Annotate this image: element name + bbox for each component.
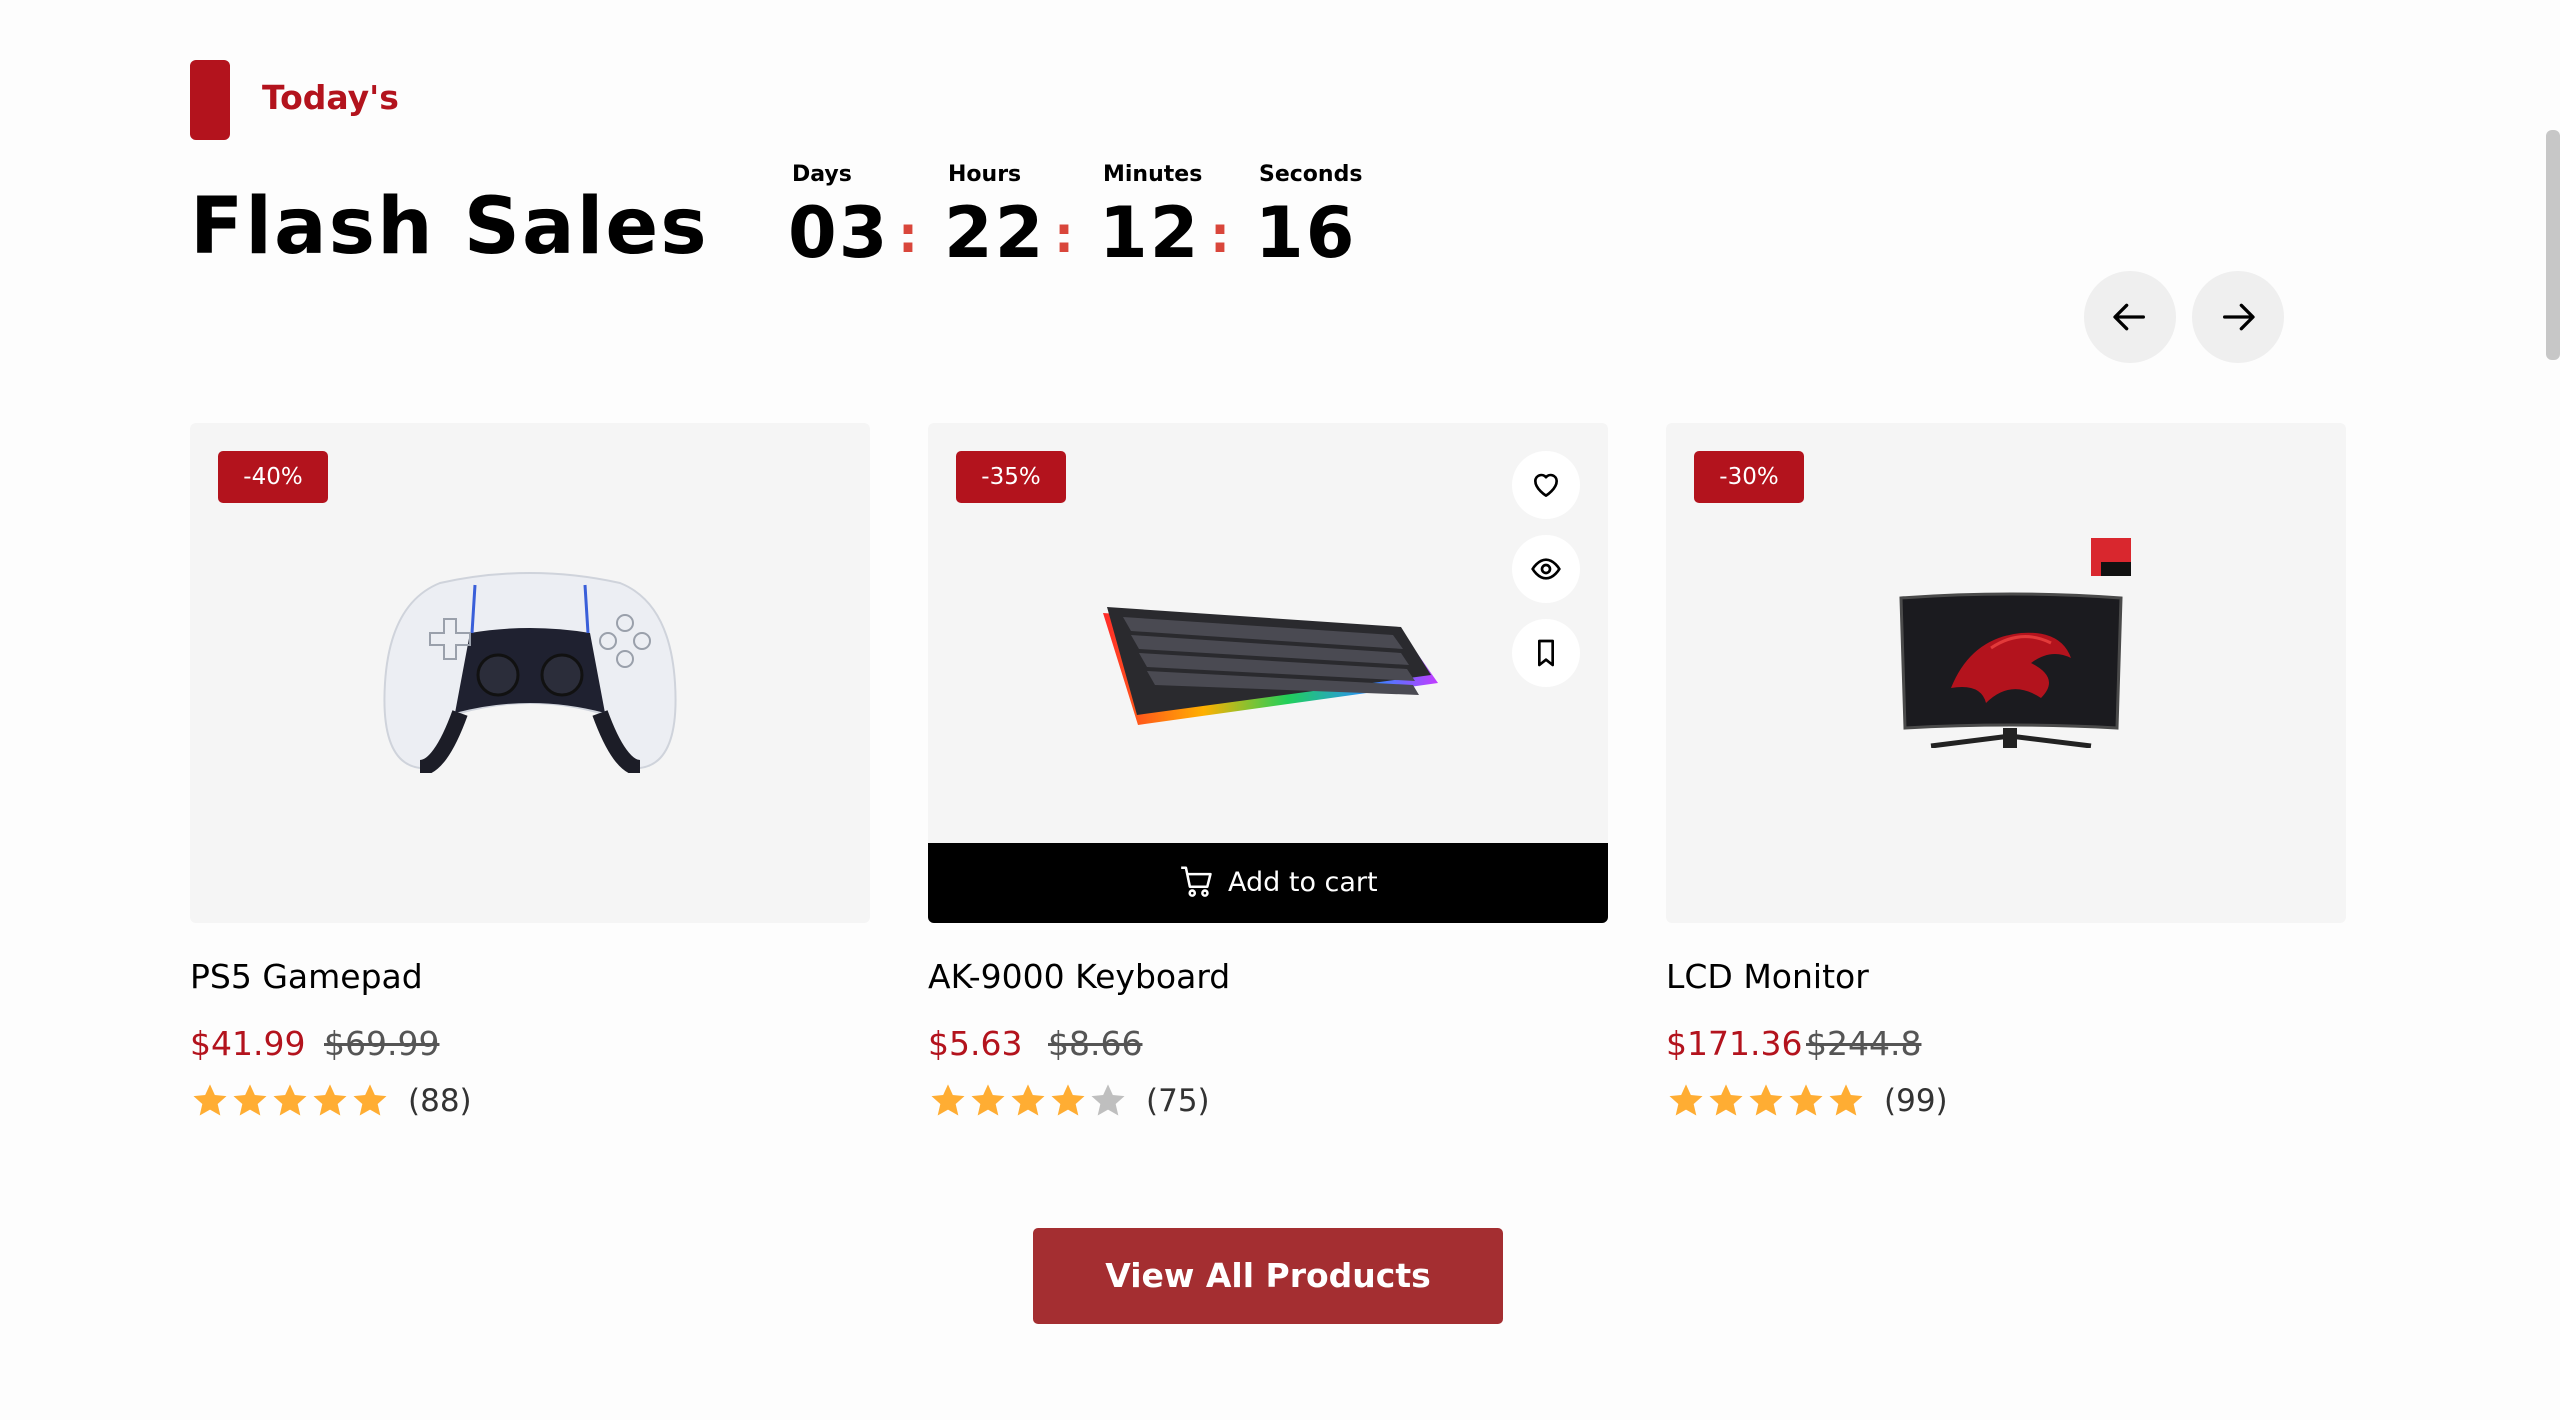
product-card[interactable]: -35% Add to cart AK-9000 Keyboard $5.63 …: [928, 423, 1608, 1119]
product-name[interactable]: PS5 Gamepad: [190, 957, 423, 996]
countdown-days-label: Days: [792, 162, 852, 187]
wishlist-button[interactable]: [1512, 451, 1580, 519]
bookmark-button[interactable]: [1512, 619, 1580, 687]
discount-badge: -30%: [1694, 451, 1804, 503]
arrow-left-icon: [2113, 303, 2145, 331]
product-price: $5.63: [928, 1024, 1023, 1063]
product-card[interactable]: -40% PS5 Gamepad $41.99 $69.99 (88): [190, 423, 870, 1119]
countdown-hours-label: Hours: [948, 162, 1022, 187]
star-filled-icon: [1669, 1084, 1703, 1116]
star-filled-icon: [971, 1084, 1005, 1116]
product-name[interactable]: AK-9000 Keyboard: [928, 957, 1230, 996]
rating-stars: [1666, 1081, 1866, 1127]
star-filled-icon: [353, 1084, 387, 1116]
product-image-area[interactable]: -35% Add to cart: [928, 423, 1608, 923]
view-all-products-button[interactable]: View All Products: [1033, 1228, 1503, 1324]
monitor-image: [1899, 538, 2131, 748]
star-filled-icon: [1789, 1084, 1823, 1116]
gamepad-image: [383, 572, 677, 773]
product-name[interactable]: LCD Monitor: [1666, 957, 1869, 996]
product-old-price: $8.66: [1048, 1024, 1143, 1063]
star-filled-icon: [273, 1084, 307, 1116]
star-filled-icon: [1829, 1084, 1863, 1116]
product-old-price: $69.99: [324, 1024, 440, 1063]
countdown-minutes-label: Minutes: [1103, 162, 1203, 187]
countdown-hours: 22: [944, 192, 1046, 274]
quick-view-button[interactable]: [1512, 535, 1580, 603]
star-filled-icon: [1709, 1084, 1743, 1116]
countdown-seconds: 16: [1255, 192, 1357, 274]
product-price: $41.99: [190, 1024, 306, 1063]
star-filled-icon: [1749, 1084, 1783, 1116]
star-filled-icon: [193, 1084, 227, 1116]
star-filled-icon: [1051, 1084, 1085, 1116]
countdown-separator: :: [1054, 206, 1074, 264]
product-image-area[interactable]: -30%: [1666, 423, 2346, 923]
product-card[interactable]: -30% LCD Monitor $171.36 $244.8 (99): [1666, 423, 2346, 1119]
review-count: (75): [1146, 1083, 1210, 1119]
page-scrollbar[interactable]: [2546, 130, 2560, 360]
prev-arrow-button[interactable]: [2084, 271, 2176, 363]
rating-stars: [190, 1081, 390, 1127]
star-empty-icon: [1091, 1084, 1125, 1116]
countdown-seconds-label: Seconds: [1259, 162, 1363, 187]
cart-icon: [1181, 866, 1212, 897]
countdown-days: 03: [788, 192, 890, 274]
section-accent-bar: [190, 60, 230, 140]
next-arrow-button[interactable]: [2192, 271, 2284, 363]
countdown-separator: :: [1210, 206, 1230, 264]
keyboard-image: [1103, 607, 1438, 725]
discount-badge: -35%: [956, 451, 1066, 503]
product-image-area[interactable]: -40%: [190, 423, 870, 923]
add-to-cart-label: Add to cart: [1228, 867, 1378, 898]
eye-icon: [1531, 558, 1561, 580]
add-to-cart-button[interactable]: Add to cart: [928, 843, 1608, 923]
rating-stars: [928, 1081, 1128, 1127]
star-filled-icon: [233, 1084, 267, 1116]
arrow-right-icon: [2223, 303, 2255, 331]
heart-icon: [1534, 473, 1558, 497]
product-price: $171.36: [1666, 1024, 1803, 1063]
section-eyebrow: Today's: [262, 78, 399, 117]
star-filled-icon: [313, 1084, 347, 1116]
review-count: (88): [408, 1083, 472, 1119]
countdown-minutes: 12: [1099, 192, 1201, 274]
bookmark-icon: [1538, 639, 1554, 667]
product-old-price: $244.8: [1806, 1024, 1922, 1063]
star-filled-icon: [1011, 1084, 1045, 1116]
review-count: (99): [1884, 1083, 1948, 1119]
page-title: Flash Sales: [190, 182, 709, 272]
countdown-separator: :: [898, 206, 918, 264]
discount-badge: -40%: [218, 451, 328, 503]
star-filled-icon: [931, 1084, 965, 1116]
